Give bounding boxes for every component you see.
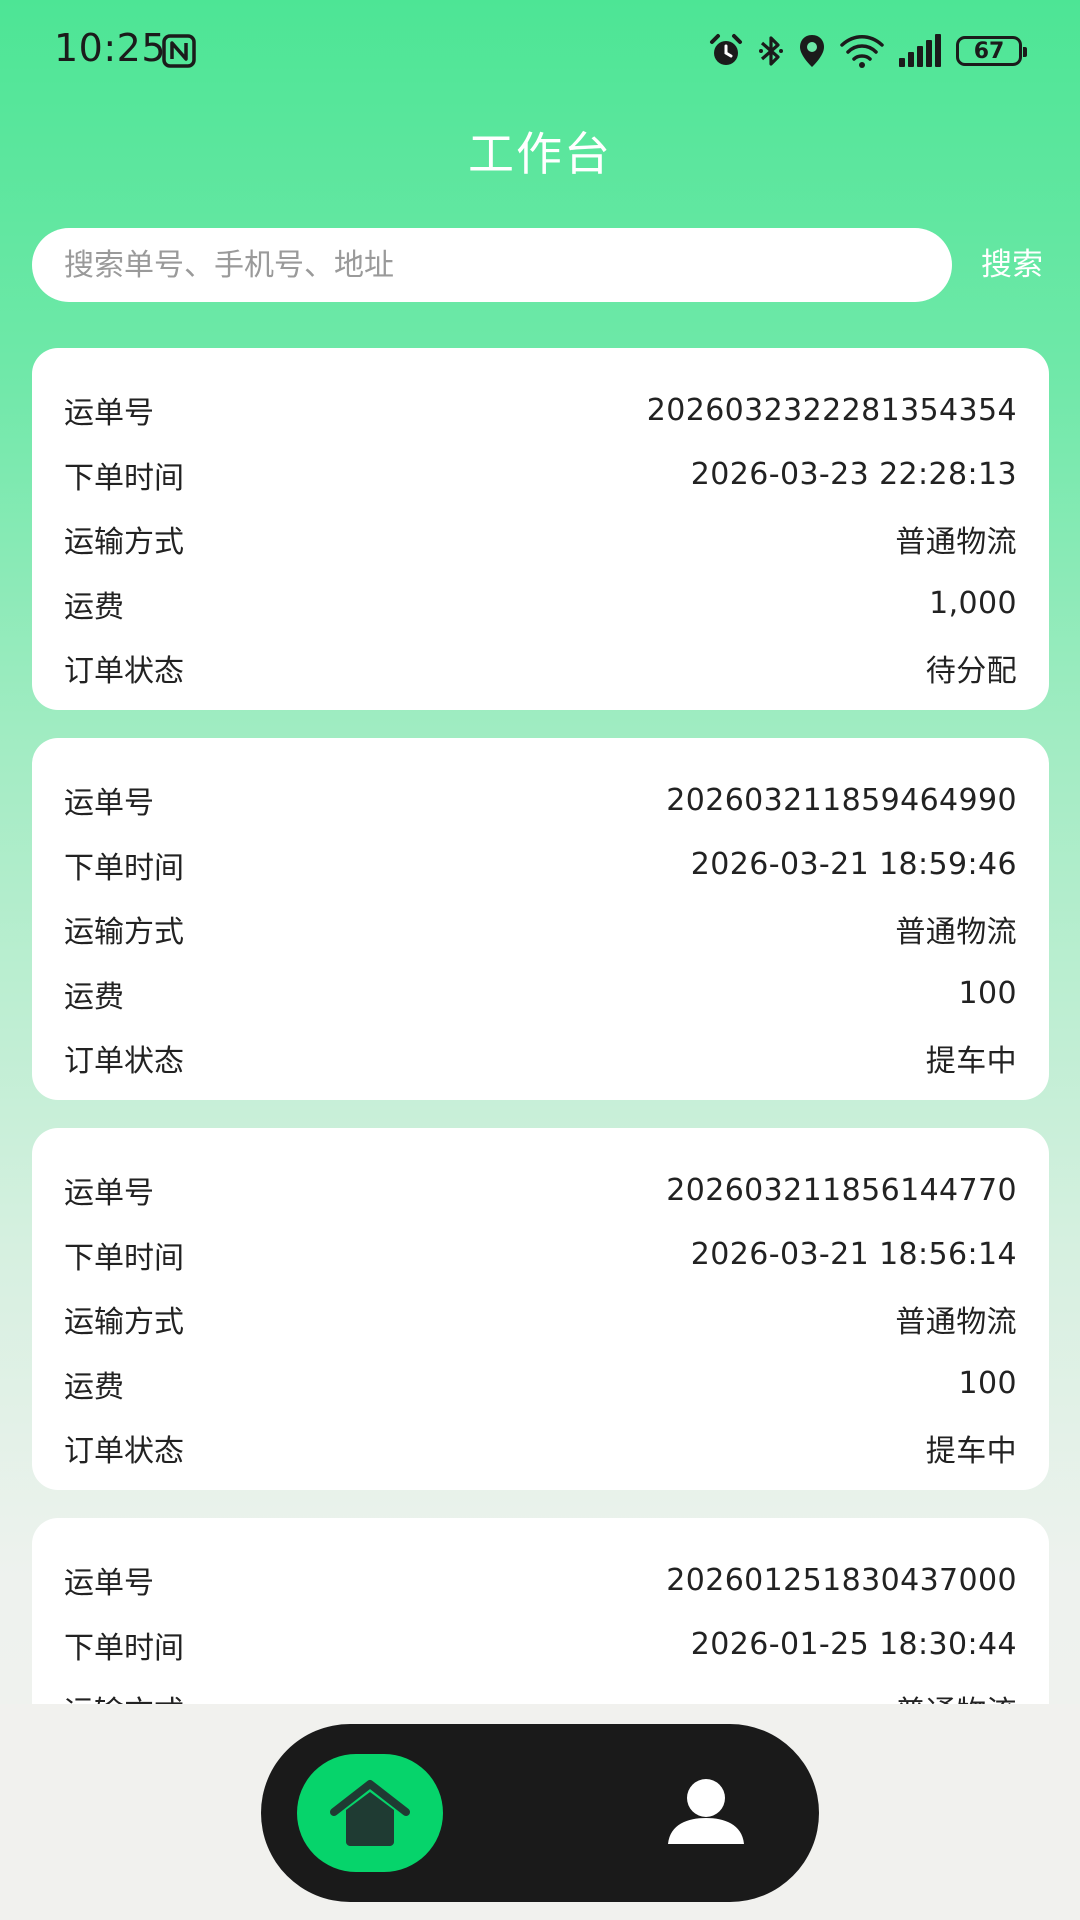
order-field-value: 普通物流 bbox=[895, 1687, 1017, 1704]
order-field-label: 订单状态 bbox=[64, 654, 184, 690]
order-row: 订单状态 提车中 bbox=[64, 1416, 1017, 1481]
order-row: 运单号 202603211856144770 bbox=[64, 1158, 1017, 1223]
nfc-icon bbox=[162, 34, 196, 68]
status-bar: 10:25 67 bbox=[0, 0, 1080, 100]
order-row: 运单号 202603211859464990 bbox=[64, 768, 1017, 833]
order-field-label: 下单时间 bbox=[64, 1630, 184, 1666]
order-row: 下单时间 2026-03-21 18:59:46 bbox=[64, 833, 1017, 898]
order-field-label: 运单号 bbox=[64, 1176, 154, 1212]
order-field-value: 2026-03-21 18:59:46 bbox=[690, 847, 1017, 883]
order-field-label: 订单状态 bbox=[64, 1434, 184, 1470]
order-field-label: 运费 bbox=[64, 589, 124, 625]
order-field-value: 2026032322281354354 bbox=[646, 392, 1017, 428]
order-field-label: 运费 bbox=[64, 979, 124, 1015]
order-row: 运费 100 bbox=[64, 1352, 1017, 1417]
user-icon bbox=[668, 1779, 744, 1844]
home-icon bbox=[330, 1780, 410, 1846]
order-card[interactable]: 运单号 2026032322281354354 下单时间 2026-03-23 22:… bbox=[32, 348, 1049, 710]
order-field-value: 2026-03-21 18:56:14 bbox=[690, 1237, 1017, 1273]
order-field-value: 202601251830437000 bbox=[666, 1562, 1017, 1598]
order-field-label: 运输方式 bbox=[64, 915, 184, 951]
status-icons: 67 bbox=[708, 30, 1027, 72]
order-field-label: 运单号 bbox=[64, 786, 154, 822]
order-row: 运费 100 bbox=[64, 962, 1017, 1027]
order-field-value: 普通物流 bbox=[895, 915, 1017, 951]
order-row: 运输方式 普通物流 bbox=[64, 507, 1017, 572]
order-field-value: 202603211859464990 bbox=[666, 782, 1017, 818]
order-card[interactable]: 运单号 202603211859464990 下单时间 2026-03-21 18:5… bbox=[32, 738, 1049, 1100]
order-row: 运单号 2026032322281354354 bbox=[64, 378, 1017, 443]
order-field-label: 运输方式 bbox=[64, 1687, 184, 1704]
order-row: 订单状态 提车中 bbox=[64, 1026, 1017, 1091]
order-field-value: 提车中 bbox=[925, 1434, 1017, 1470]
order-field-value: 提车中 bbox=[925, 1044, 1017, 1080]
status-time: 10:25 bbox=[54, 26, 167, 70]
order-row: 运费 1,000 bbox=[64, 572, 1017, 637]
order-field-value: 2026-03-23 22:28:13 bbox=[690, 457, 1017, 493]
page-title: 工作台 bbox=[468, 127, 612, 181]
search-input[interactable] bbox=[32, 228, 952, 302]
bluetooth-icon bbox=[759, 36, 783, 66]
order-field-label: 运单号 bbox=[64, 396, 154, 432]
alarm-icon bbox=[710, 34, 742, 65]
order-field-label: 运输方式 bbox=[64, 1305, 184, 1341]
battery-level: 67 bbox=[973, 38, 1005, 64]
order-field-label: 运输方式 bbox=[64, 525, 184, 561]
battery-icon: 67 bbox=[956, 36, 1027, 66]
order-field-label: 运费 bbox=[64, 1369, 124, 1405]
order-field-value: 普通物流 bbox=[895, 1305, 1017, 1341]
nav-home-button[interactable] bbox=[297, 1754, 443, 1872]
order-row: 下单时间 2026-03-21 18:56:14 bbox=[64, 1223, 1017, 1288]
order-field-label: 下单时间 bbox=[64, 850, 184, 886]
order-field-label: 下单时间 bbox=[64, 460, 184, 496]
order-row: 运单号 202601251830437000 bbox=[64, 1548, 1017, 1613]
order-card[interactable]: 运单号 202603211856144770 下单时间 2026-03-21 18:5… bbox=[32, 1128, 1049, 1490]
order-field-value: 100 bbox=[958, 1366, 1017, 1402]
order-row: 订单状态 待分配 bbox=[64, 636, 1017, 701]
order-field-value: 2026-01-25 18:30:44 bbox=[690, 1627, 1017, 1663]
order-row: 下单时间 2026-03-23 22:28:13 bbox=[64, 443, 1017, 508]
order-field-value: 1,000 bbox=[929, 586, 1017, 622]
wifi-icon bbox=[840, 35, 884, 68]
order-row: 下单时间 2026-01-25 18:30:44 bbox=[64, 1613, 1017, 1678]
order-field-value: 100 bbox=[958, 976, 1017, 1012]
order-field-value: 待分配 bbox=[925, 654, 1017, 690]
signal-icon bbox=[899, 34, 941, 67]
order-field-label: 运单号 bbox=[64, 1566, 154, 1602]
order-row: 运输方式 普通物流 bbox=[64, 1677, 1017, 1704]
order-card[interactable]: 运单号 202601251830437000 下单时间 2026-01-25 18:3… bbox=[32, 1518, 1049, 1704]
order-field-value: 202603211856144770 bbox=[666, 1172, 1017, 1208]
bottom-nav bbox=[261, 1724, 819, 1902]
nav-user-button[interactable] bbox=[647, 1754, 765, 1872]
order-field-value: 普通物流 bbox=[895, 525, 1017, 561]
order-field-label: 订单状态 bbox=[64, 1044, 184, 1080]
order-list[interactable]: 运单号 2026032322281354354 下单时间 2026-03-23 22:… bbox=[32, 348, 1049, 1704]
order-row: 运输方式 普通物流 bbox=[64, 897, 1017, 962]
order-field-label: 下单时间 bbox=[64, 1240, 184, 1276]
order-row: 运输方式 普通物流 bbox=[64, 1287, 1017, 1352]
location-icon bbox=[800, 35, 824, 67]
search-button[interactable]: 搜索 bbox=[972, 240, 1052, 290]
